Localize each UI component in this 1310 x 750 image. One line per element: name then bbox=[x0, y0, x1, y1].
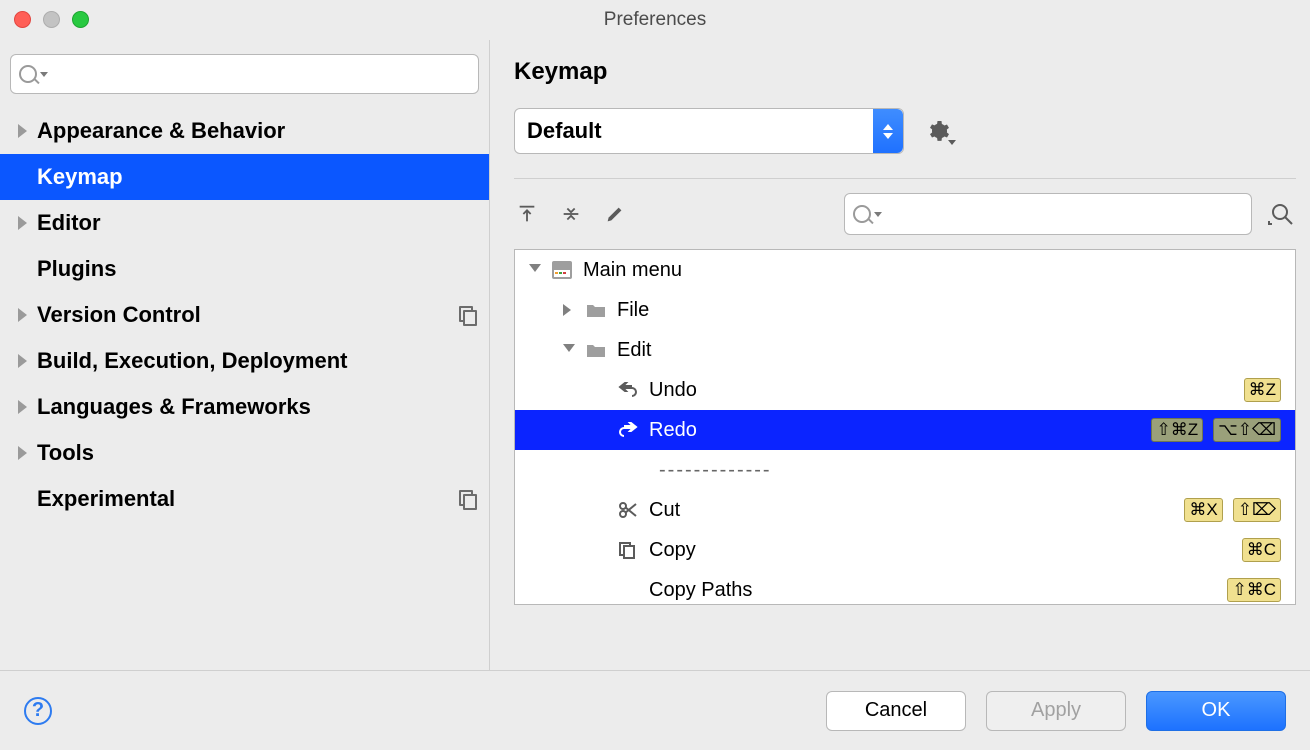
project-scope-icon bbox=[459, 490, 477, 508]
tree-row-separator: ------------- bbox=[515, 450, 1295, 490]
dialog-footer: ? Cancel Apply OK bbox=[0, 670, 1310, 750]
apply-button: Apply bbox=[986, 691, 1126, 731]
tree-row-copy[interactable]: Copy ⌘C bbox=[515, 530, 1295, 570]
expand-all-icon[interactable] bbox=[514, 201, 540, 227]
shortcuts: ⇧⌘C bbox=[1227, 578, 1281, 602]
collapse-all-icon[interactable] bbox=[558, 201, 584, 227]
settings-nav: Appearance & Behavior Keymap Editor Plug… bbox=[0, 108, 489, 522]
tree-label: Copy Paths bbox=[649, 579, 752, 602]
shortcuts: ⌘Z bbox=[1244, 378, 1281, 402]
updown-arrows-icon bbox=[873, 109, 903, 153]
settings-search[interactable] bbox=[10, 54, 479, 94]
shortcut-badge: ⇧⌘Z bbox=[1151, 418, 1203, 442]
cancel-button[interactable]: Cancel bbox=[826, 691, 966, 731]
disclosure-right-icon bbox=[18, 400, 27, 414]
project-scope-icon bbox=[459, 306, 477, 324]
tree-label: File bbox=[617, 299, 649, 322]
caret-down-icon bbox=[874, 212, 882, 217]
disclosure-right-icon bbox=[18, 446, 27, 460]
nav-build[interactable]: Build, Execution, Deployment bbox=[0, 338, 489, 384]
tree-label: Edit bbox=[617, 339, 651, 362]
tree-label: ------------- bbox=[659, 459, 772, 482]
window-title: Preferences bbox=[0, 9, 1310, 31]
titlebar: Preferences bbox=[0, 0, 1310, 40]
tree-label: Undo bbox=[649, 379, 697, 402]
keymap-scheme-select[interactable]: Default bbox=[514, 108, 904, 154]
copy-icon bbox=[617, 540, 639, 560]
nav-editor[interactable]: Editor bbox=[0, 200, 489, 246]
help-button[interactable]: ? bbox=[24, 697, 52, 725]
tree-row-cut[interactable]: Cut ⌘X ⇧⌦ bbox=[515, 490, 1295, 530]
nav-label: Appearance & Behavior bbox=[37, 118, 285, 144]
nav-keymap[interactable]: Keymap bbox=[0, 154, 489, 200]
tree-label: Cut bbox=[649, 499, 680, 522]
shortcuts: ⇧⌘Z ⌥⇧⌫ bbox=[1151, 418, 1281, 442]
nav-label: Version Control bbox=[37, 302, 201, 328]
settings-sidebar: Appearance & Behavior Keymap Editor Plug… bbox=[0, 40, 490, 670]
tree-row-copy-paths[interactable]: Copy Paths ⇧⌘C bbox=[515, 570, 1295, 605]
disclosure-right-icon bbox=[18, 216, 27, 230]
tree-row-edit[interactable]: Edit bbox=[515, 330, 1295, 370]
shortcut-badge: ⌘C bbox=[1242, 538, 1281, 562]
redo-icon bbox=[617, 420, 639, 440]
keymap-tree[interactable]: Main menu File Edit bbox=[514, 249, 1296, 605]
action-search[interactable] bbox=[844, 193, 1252, 235]
disclosure-down-icon bbox=[529, 264, 541, 276]
shortcuts: ⌘C bbox=[1242, 538, 1281, 562]
shortcut-badge: ⌘X bbox=[1184, 498, 1222, 522]
scheme-select-value: Default bbox=[527, 118, 602, 144]
blank-icon bbox=[617, 460, 639, 480]
nav-label: Tools bbox=[37, 440, 94, 466]
disclosure-right-icon bbox=[18, 354, 27, 368]
nav-tools[interactable]: Tools bbox=[0, 430, 489, 476]
search-icon bbox=[19, 65, 37, 83]
nav-label: Build, Execution, Deployment bbox=[37, 348, 347, 374]
shortcut-badge: ⇧⌘C bbox=[1227, 578, 1281, 602]
tree-row-redo[interactable]: Redo ⇧⌘Z ⌥⇧⌫ bbox=[515, 410, 1295, 450]
keymap-panel: Keymap Default bbox=[490, 40, 1310, 670]
caret-down-icon bbox=[40, 72, 48, 77]
disclosure-down-icon bbox=[563, 344, 575, 356]
scissors-icon bbox=[617, 500, 639, 520]
nav-label: Editor bbox=[37, 210, 101, 236]
undo-icon bbox=[617, 380, 639, 400]
find-by-shortcut-icon[interactable] bbox=[1268, 200, 1296, 228]
disclosure-right-icon bbox=[18, 308, 27, 322]
shortcuts: ⌘X ⇧⌦ bbox=[1184, 498, 1281, 522]
settings-search-input[interactable] bbox=[52, 64, 470, 85]
nav-plugins[interactable]: Plugins bbox=[0, 246, 489, 292]
nav-label: Experimental bbox=[37, 486, 175, 512]
tree-label: Main menu bbox=[583, 259, 682, 282]
nav-languages[interactable]: Languages & Frameworks bbox=[0, 384, 489, 430]
disclosure-right-icon bbox=[18, 124, 27, 138]
main-menu-icon bbox=[551, 260, 573, 280]
shortcut-badge: ⌥⇧⌫ bbox=[1213, 418, 1281, 442]
folder-icon bbox=[585, 340, 607, 360]
tree-row-undo[interactable]: Undo ⌘Z bbox=[515, 370, 1295, 410]
shortcut-badge: ⇧⌦ bbox=[1233, 498, 1281, 522]
tree-label: Redo bbox=[649, 419, 697, 442]
shortcut-badge: ⌘Z bbox=[1244, 378, 1281, 402]
nav-label: Keymap bbox=[37, 164, 123, 190]
folder-icon bbox=[585, 300, 607, 320]
panel-title: Keymap bbox=[514, 58, 1296, 86]
blank-icon bbox=[617, 580, 639, 600]
tree-row-main-menu[interactable]: Main menu bbox=[515, 250, 1295, 290]
divider bbox=[514, 178, 1296, 179]
search-icon bbox=[853, 205, 871, 223]
tree-label: Copy bbox=[649, 539, 696, 562]
nav-appearance[interactable]: Appearance & Behavior bbox=[0, 108, 489, 154]
edit-icon[interactable] bbox=[602, 201, 628, 227]
action-search-input[interactable] bbox=[886, 204, 1243, 225]
nav-experimental[interactable]: Experimental bbox=[0, 476, 489, 522]
nav-label: Plugins bbox=[37, 256, 116, 282]
nav-label: Languages & Frameworks bbox=[37, 394, 311, 420]
gear-icon[interactable] bbox=[926, 119, 950, 143]
disclosure-right-icon bbox=[563, 304, 575, 316]
nav-version-control[interactable]: Version Control bbox=[0, 292, 489, 338]
tree-row-file[interactable]: File bbox=[515, 290, 1295, 330]
ok-button[interactable]: OK bbox=[1146, 691, 1286, 731]
